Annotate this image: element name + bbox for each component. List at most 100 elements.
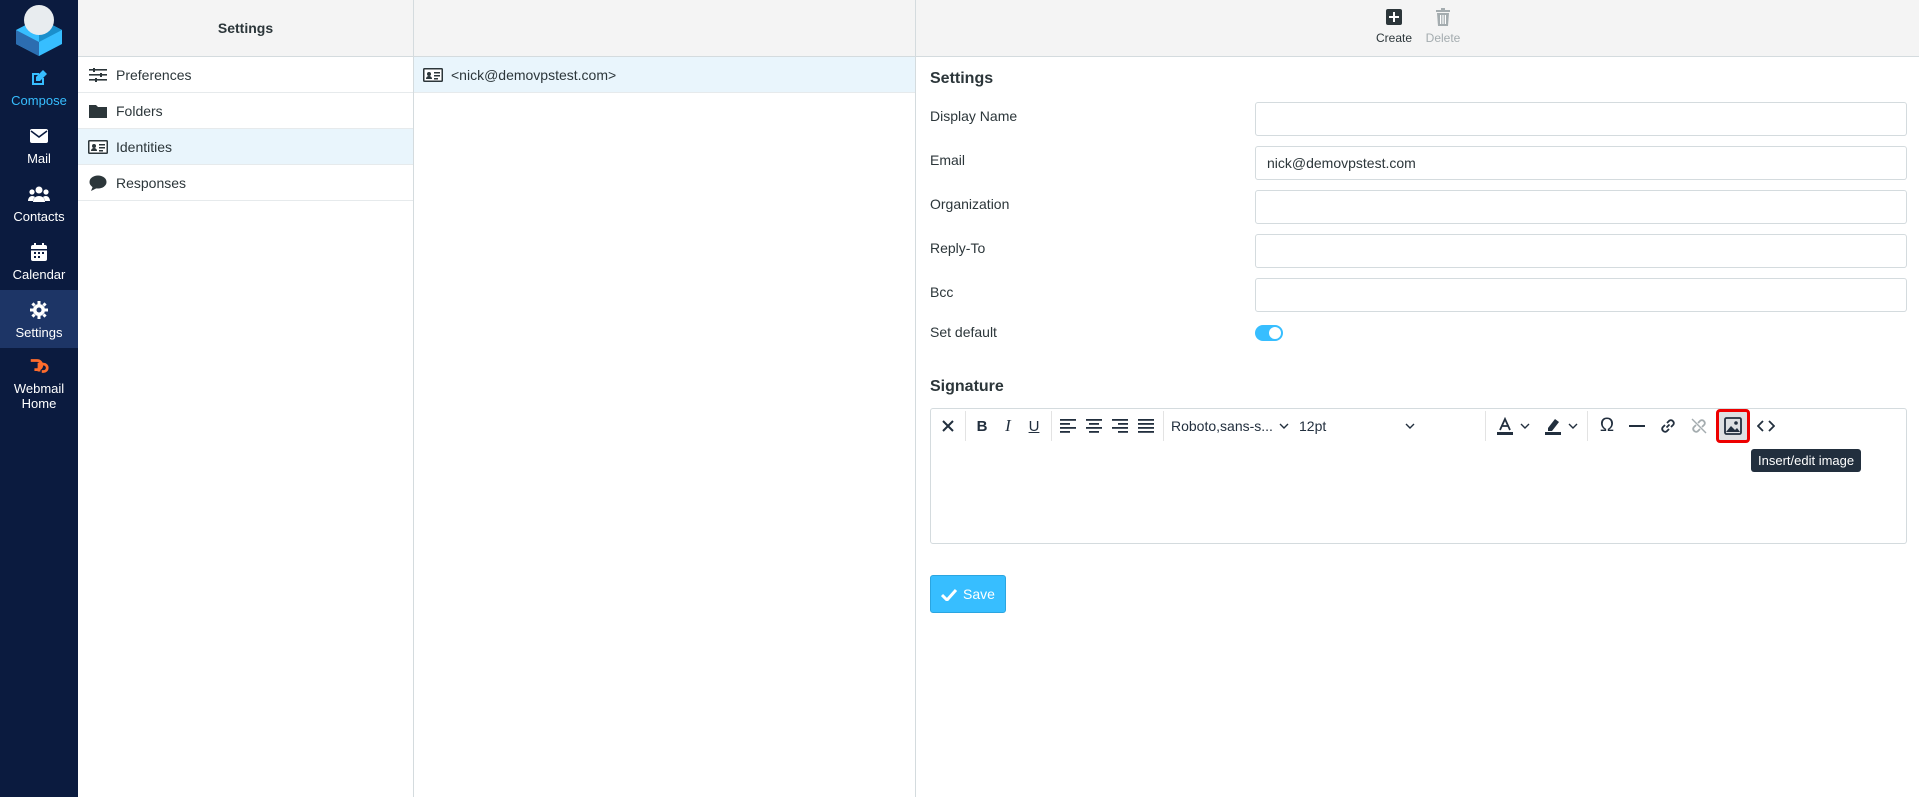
display-name-row: Display Name [930, 102, 1907, 146]
nav-calendar-label: Calendar [12, 266, 66, 282]
roundcube-logo[interactable] [14, 4, 64, 56]
set-default-label: Set default [930, 324, 997, 340]
source-code-button[interactable] [1754, 413, 1778, 439]
settings-item-preferences[interactable]: Preferences [78, 57, 413, 93]
bcc-label: Bcc [930, 284, 954, 300]
bold-button[interactable]: B [971, 413, 993, 439]
insert-image-tooltip: Insert/edit image [1751, 449, 1862, 472]
clear-formatting-button[interactable] [937, 413, 959, 439]
align-center-button[interactable] [1083, 413, 1105, 439]
organization-row: Organization [930, 190, 1907, 234]
organization-label: Organization [930, 196, 1010, 212]
align-center-icon [1086, 419, 1102, 433]
save-button[interactable]: Save [930, 575, 1006, 613]
settings-item-folders[interactable]: Folders [78, 93, 413, 129]
identity-form: Settings Display Name Email Organization… [930, 70, 1907, 613]
email-input[interactable] [1255, 146, 1907, 180]
contacts-icon [28, 183, 50, 205]
nav-mail[interactable]: Mail [0, 116, 78, 174]
signature-editor: B I U Roboto,sans-s... 12pt Ω Insert/edi… [930, 408, 1907, 544]
align-right-button[interactable] [1109, 413, 1131, 439]
delete-label: Delete [1425, 31, 1461, 45]
delete-button[interactable]: Delete [1418, 6, 1468, 45]
image-icon [1724, 417, 1742, 435]
set-default-row: Set default [930, 322, 1905, 366]
trash-icon [1436, 6, 1450, 28]
insert-image-button[interactable] [1716, 409, 1750, 443]
underline-icon: U [1028, 417, 1040, 435]
reply-to-input[interactable] [1255, 234, 1907, 268]
background-color-button[interactable] [1541, 413, 1581, 439]
text-color-icon [1497, 417, 1513, 435]
close-icon [942, 420, 954, 432]
gear-icon [28, 299, 50, 321]
horizontal-line-icon [1629, 425, 1645, 427]
nav-settings[interactable]: Settings [0, 290, 78, 348]
toolbar: Create Delete [916, 0, 1919, 57]
align-right-icon [1112, 419, 1128, 433]
link-icon [1661, 419, 1675, 433]
settings-item-identities[interactable]: Identities [78, 129, 413, 165]
align-left-button[interactable] [1057, 413, 1079, 439]
mail-icon [28, 125, 50, 147]
email-label: Email [930, 152, 966, 168]
reply-to-label: Reply-To [930, 240, 986, 256]
italic-button[interactable]: I [997, 413, 1019, 439]
compose-icon [28, 67, 50, 89]
calendar-icon [28, 241, 50, 263]
justify-icon [1138, 419, 1154, 433]
nav-contacts-label: Contacts [13, 208, 65, 224]
bcc-input[interactable] [1255, 278, 1907, 312]
omega-icon: Ω [1599, 415, 1615, 436]
font-family-select[interactable]: Roboto,sans-s... [1171, 413, 1291, 439]
nav-calendar[interactable]: Calendar [0, 232, 78, 290]
chevron-down-icon [1520, 423, 1530, 429]
settings-item-responses[interactable]: Responses [78, 165, 413, 201]
special-char-button[interactable]: Ω [1595, 413, 1619, 439]
cpanel-icon [28, 355, 50, 377]
identity-item[interactable]: <nick@demovpstest.com> [414, 57, 915, 93]
comment-icon [88, 175, 108, 191]
chevron-down-icon [1568, 423, 1578, 429]
email-row: Email [930, 146, 1907, 190]
set-default-toggle[interactable] [1255, 325, 1283, 341]
id-card-icon [423, 67, 443, 83]
id-card-icon [88, 139, 108, 155]
nav-compose[interactable]: Compose [0, 58, 78, 116]
identity-edit-panel: Create Delete Settings Display Name Emai… [916, 0, 1919, 797]
identity-email: <nick@demovpstest.com> [451, 66, 617, 83]
highlighter-icon [1545, 419, 1561, 435]
sliders-icon [88, 67, 108, 83]
unlink-button[interactable] [1687, 413, 1711, 439]
font-size-value: 12pt [1299, 418, 1327, 434]
horizontal-line-button[interactable] [1625, 413, 1649, 439]
signature-section-title: Signature [930, 378, 1004, 395]
settings-menu-header: Settings [78, 0, 413, 57]
chevron-down-icon [1405, 423, 1415, 429]
nav-compose-label: Compose [11, 92, 67, 108]
text-color-button[interactable] [1493, 413, 1533, 439]
underline-button[interactable]: U [1023, 413, 1045, 439]
display-name-input[interactable] [1255, 102, 1907, 136]
bold-icon: B [976, 417, 988, 435]
checkmark-icon [941, 588, 958, 601]
settings-menu-title: Settings [217, 20, 274, 36]
organization-input[interactable] [1255, 190, 1907, 224]
main-nav: Compose Mail Contacts Calendar Settings … [0, 0, 78, 797]
reply-to-row: Reply-To [930, 234, 1907, 278]
nav-webmail-home[interactable]: Webmail Home [0, 350, 78, 416]
font-size-select[interactable]: 12pt [1299, 413, 1419, 439]
identities-header [414, 0, 915, 57]
justify-button[interactable] [1135, 413, 1157, 439]
bcc-row: Bcc [930, 278, 1907, 322]
settings-item-label: Responses [116, 174, 187, 191]
link-button[interactable] [1656, 413, 1680, 439]
settings-item-label: Preferences [116, 66, 192, 83]
create-label: Create [1375, 31, 1413, 45]
italic-icon: I [1005, 416, 1011, 435]
nav-contacts[interactable]: Contacts [0, 174, 78, 232]
plus-square-icon [1386, 6, 1402, 28]
create-button[interactable]: Create [1369, 6, 1419, 45]
settings-item-label: Folders [116, 102, 163, 119]
nav-webmail-home-label: Webmail Home [13, 381, 65, 411]
